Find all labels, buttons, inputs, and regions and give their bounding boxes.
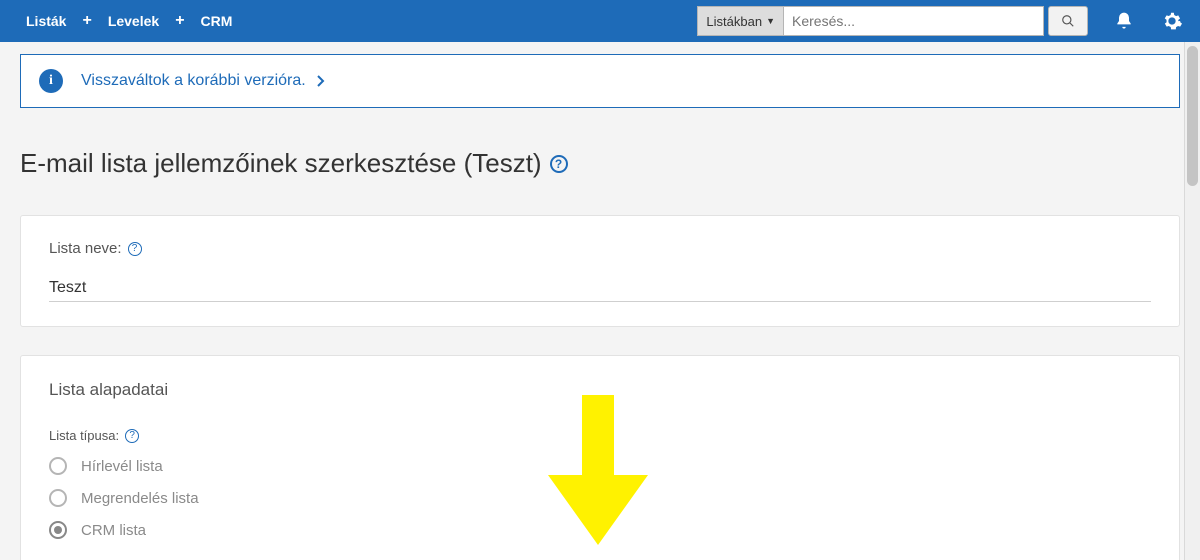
search-input[interactable]: [784, 6, 1044, 36]
search-button[interactable]: [1048, 6, 1088, 36]
nav-letters-plus-icon[interactable]: +: [169, 12, 190, 30]
gear-icon: [1161, 10, 1183, 32]
card-list-name: Lista neve: ?: [20, 215, 1180, 327]
caret-down-icon: ▼: [766, 16, 775, 26]
help-icon[interactable]: ?: [128, 242, 142, 256]
topbar: Listák + Levelek + CRM Listákban ▼: [0, 0, 1200, 42]
radio-newsletter-label: Hírlevél lista: [81, 458, 163, 475]
search-scope-select[interactable]: Listákban ▼: [697, 6, 784, 36]
list-name-input[interactable]: [49, 275, 1151, 302]
list-name-label: Lista neve: ?: [49, 240, 1151, 257]
help-icon[interactable]: ?: [125, 429, 139, 443]
radio-order-label: Megrendelés lista: [81, 490, 199, 507]
card-list-basic: Lista alapadatai Lista típusa: ? Hírlevé…: [20, 355, 1180, 560]
search-scope-label: Listákban: [706, 14, 762, 29]
nav-lists-plus-icon[interactable]: +: [76, 12, 97, 30]
help-icon[interactable]: ?: [550, 155, 568, 173]
settings-button[interactable]: [1160, 9, 1184, 33]
search-icon: [1061, 14, 1075, 28]
radio-newsletter[interactable]: Hírlevél lista: [49, 457, 1151, 475]
nav-lists[interactable]: Listák: [16, 13, 76, 29]
scrollbar[interactable]: [1184, 42, 1200, 560]
list-type-label: Lista típusa: ?: [49, 428, 1151, 443]
radio-crm-label: CRM lista: [81, 522, 146, 539]
list-type-label-text: Lista típusa:: [49, 428, 119, 443]
page-title-text: E-mail lista jellemzőinek szerkesztése (…: [20, 148, 542, 179]
bell-icon: [1114, 11, 1134, 31]
banner-link[interactable]: Visszaváltok a korábbi verzióra.: [81, 72, 326, 90]
radio-crm[interactable]: CRM lista: [49, 521, 1151, 539]
nav-letters[interactable]: Levelek: [98, 13, 169, 29]
radio-icon: [49, 521, 67, 539]
scrollbar-thumb[interactable]: [1187, 46, 1198, 186]
radio-icon: [49, 489, 67, 507]
info-icon: i: [39, 69, 63, 93]
radio-order[interactable]: Megrendelés lista: [49, 489, 1151, 507]
chevron-right-icon: [316, 74, 326, 88]
notifications-button[interactable]: [1112, 9, 1136, 33]
nav-crm[interactable]: CRM: [191, 13, 243, 29]
section-basic-title: Lista alapadatai: [49, 380, 1151, 400]
banner-text: Visszaváltok a korábbi verzióra.: [81, 72, 306, 90]
page-content: i Visszaváltok a korábbi verzióra. E-mai…: [0, 42, 1200, 560]
info-banner: i Visszaváltok a korábbi verzióra.: [20, 54, 1180, 108]
radio-icon: [49, 457, 67, 475]
page-title: E-mail lista jellemzőinek szerkesztése (…: [20, 148, 1180, 179]
list-name-label-text: Lista neve:: [49, 240, 122, 257]
